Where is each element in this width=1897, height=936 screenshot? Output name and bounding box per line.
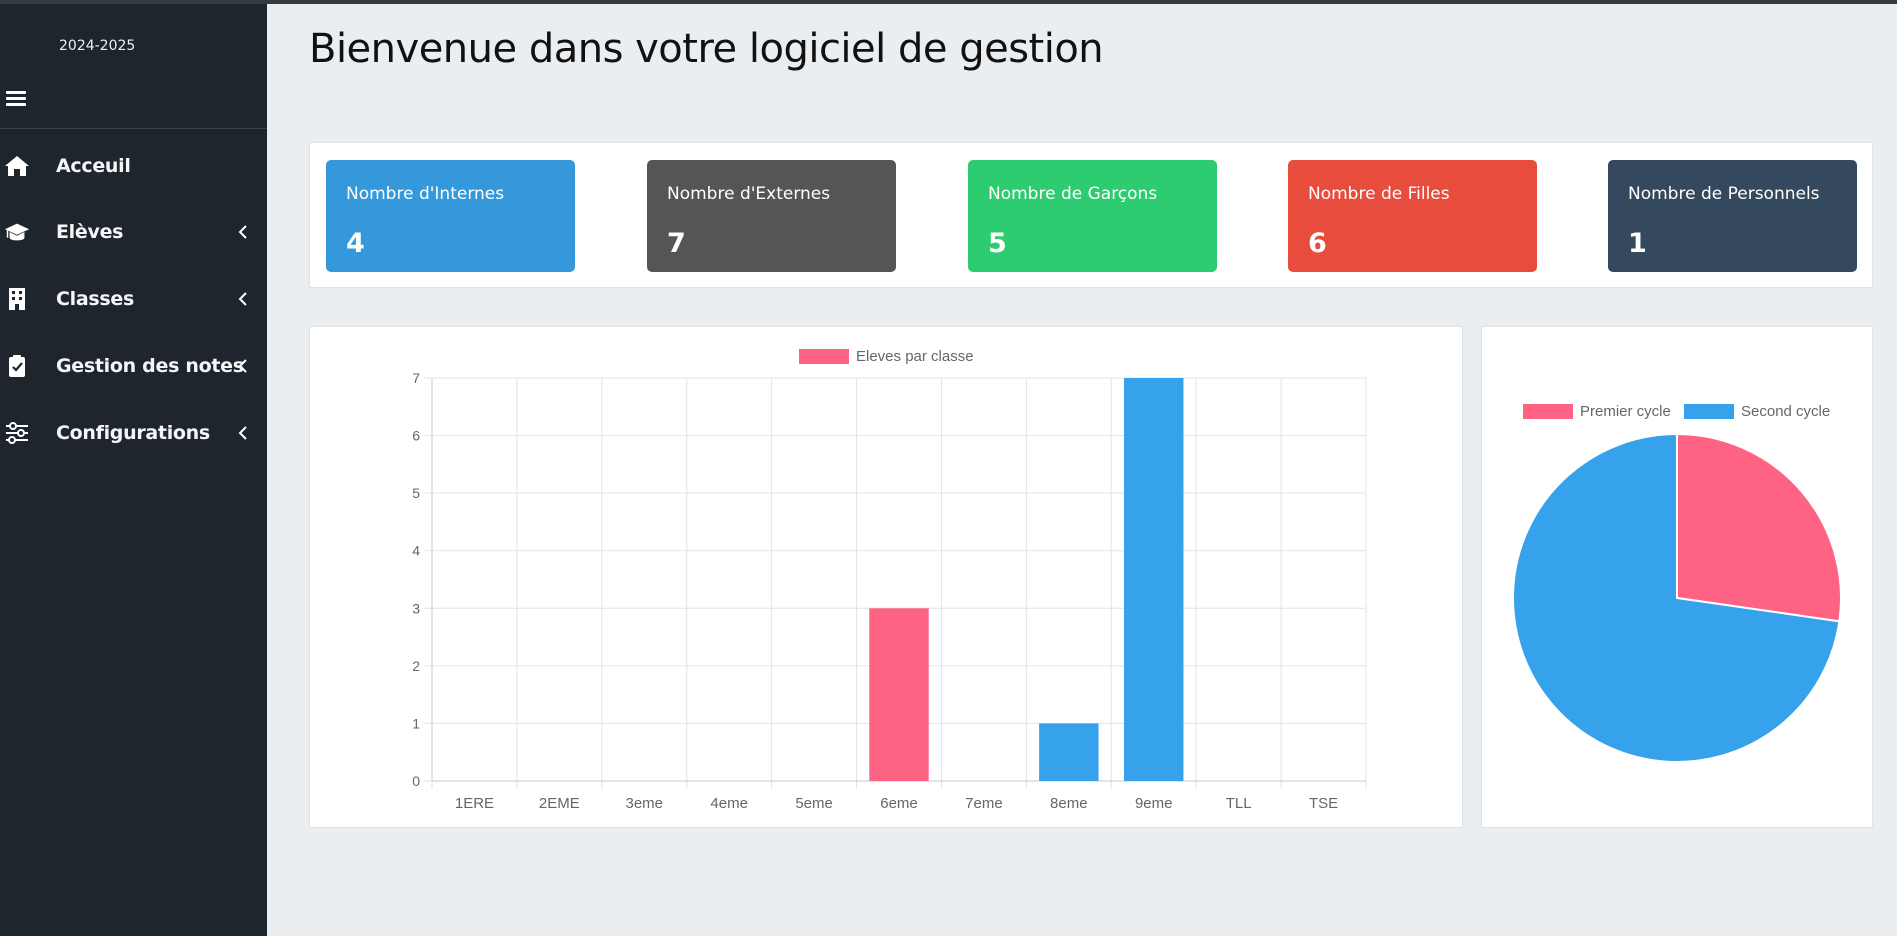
chevron-left-icon[interactable] <box>236 359 250 373</box>
stat-value: 4 <box>346 228 365 259</box>
x-tick-label: 3eme <box>626 795 664 812</box>
sidebar-item-configurations[interactable]: Configurations <box>0 408 267 458</box>
sidebar-item-classes[interactable]: Classes <box>0 274 267 324</box>
stat-value: 1 <box>1628 228 1647 259</box>
stat-card-personnels[interactable]: Nombre de Personnels 1 <box>1608 160 1857 272</box>
stat-card-internes[interactable]: Nombre d'Internes 4 <box>326 160 575 272</box>
sidebar-item-label: Gestion des notes <box>56 355 244 377</box>
sidebar-item-label: Acceuil <box>56 155 131 177</box>
x-tick-label: 1ERE <box>455 795 494 812</box>
legend-swatch <box>799 349 849 364</box>
legend-label: Eleves par classe <box>856 348 974 365</box>
bar-chart: Eleves par classe 0 1 2 3 4 5 6 7 1ERE 2EME 3eme 4em… <box>412 348 1367 812</box>
clipboard-check-icon <box>4 353 30 379</box>
legend-swatch <box>1523 404 1573 419</box>
y-tick-label: 6 <box>412 428 420 444</box>
pie-chart-panel: Premier cycle Second cycle <box>1481 326 1873 828</box>
stat-card-externes[interactable]: Nombre d'Externes 7 <box>647 160 896 272</box>
stat-card-garcons[interactable]: Nombre de Garçons 5 <box>968 160 1217 272</box>
y-tick-label: 0 <box>412 773 420 789</box>
x-tick-label: 2EME <box>539 795 580 812</box>
bar-chart-panel: Eleves par classe 0 1 2 3 4 5 6 7 1ERE 2EME 3eme 4em… <box>309 326 1463 828</box>
pie-chart: Premier cycle Second cycle <box>1512 403 1842 763</box>
x-tick-label: 6eme <box>880 795 918 812</box>
sliders-icon <box>4 420 30 446</box>
stat-label: Nombre de Garçons <box>988 184 1158 204</box>
sidebar-item-acceuil[interactable]: Acceuil <box>0 141 267 191</box>
legend-label: Premier cycle <box>1580 403 1671 420</box>
x-tick-label: 4eme <box>710 795 748 812</box>
stat-value: 7 <box>667 228 686 259</box>
x-tick-label: 5eme <box>795 795 833 812</box>
y-tick-label: 7 <box>412 370 420 386</box>
graduation-cap-icon <box>4 219 30 245</box>
window-top-border <box>0 0 1897 4</box>
legend-swatch <box>1684 404 1734 419</box>
sidebar-item-label: Configurations <box>56 422 210 444</box>
legend-label: Second cycle <box>1741 403 1830 420</box>
y-tick-label: 2 <box>412 658 420 674</box>
x-tick-label: 7eme <box>965 795 1003 812</box>
x-tick-label: 9eme <box>1135 795 1173 812</box>
chevron-left-icon[interactable] <box>236 225 250 239</box>
stat-value: 6 <box>1308 228 1327 259</box>
x-tick-label: 8eme <box>1050 795 1088 812</box>
bar-8eme <box>1039 723 1099 781</box>
stat-card-filles[interactable]: Nombre de Filles 6 <box>1288 160 1537 272</box>
y-tick-label: 3 <box>412 600 420 616</box>
hamburger-icon[interactable] <box>6 91 26 107</box>
home-icon <box>4 153 30 179</box>
school-year: 2024-2025 <box>59 38 136 54</box>
stat-label: Nombre d'Externes <box>667 184 831 204</box>
stat-label: Nombre d'Internes <box>346 184 505 204</box>
y-tick-label: 4 <box>412 543 420 559</box>
sidebar-item-gestion-des-notes[interactable]: Gestion des notes <box>0 341 267 391</box>
sidebar: 2024-2025 Acceuil Elèves Classes Gestion… <box>0 4 267 936</box>
stat-label: Nombre de Personnels <box>1628 184 1820 204</box>
stats-panel: Nombre d'Internes 4 Nombre d'Externes 7 … <box>309 142 1873 288</box>
pie-slice-premier-cycle <box>1676 432 1842 623</box>
stat-value: 5 <box>988 228 1007 259</box>
page-title: Bienvenue dans votre logiciel de gestion <box>309 26 1104 72</box>
x-tick-label: TLL <box>1226 795 1252 812</box>
stat-label: Nombre de Filles <box>1308 184 1450 204</box>
sidebar-item-label: Classes <box>56 288 134 310</box>
sidebar-item-label: Elèves <box>56 221 124 243</box>
bar-9eme <box>1124 378 1184 781</box>
x-tick-label: TSE <box>1309 795 1338 812</box>
building-icon <box>4 286 30 312</box>
chevron-left-icon[interactable] <box>236 292 250 306</box>
sidebar-item-eleves[interactable]: Elèves <box>0 207 267 257</box>
bar-6eme <box>869 608 929 781</box>
y-tick-label: 5 <box>412 485 420 501</box>
y-tick-label: 1 <box>412 715 420 731</box>
sidebar-divider <box>0 128 267 129</box>
chevron-left-icon[interactable] <box>236 426 250 440</box>
